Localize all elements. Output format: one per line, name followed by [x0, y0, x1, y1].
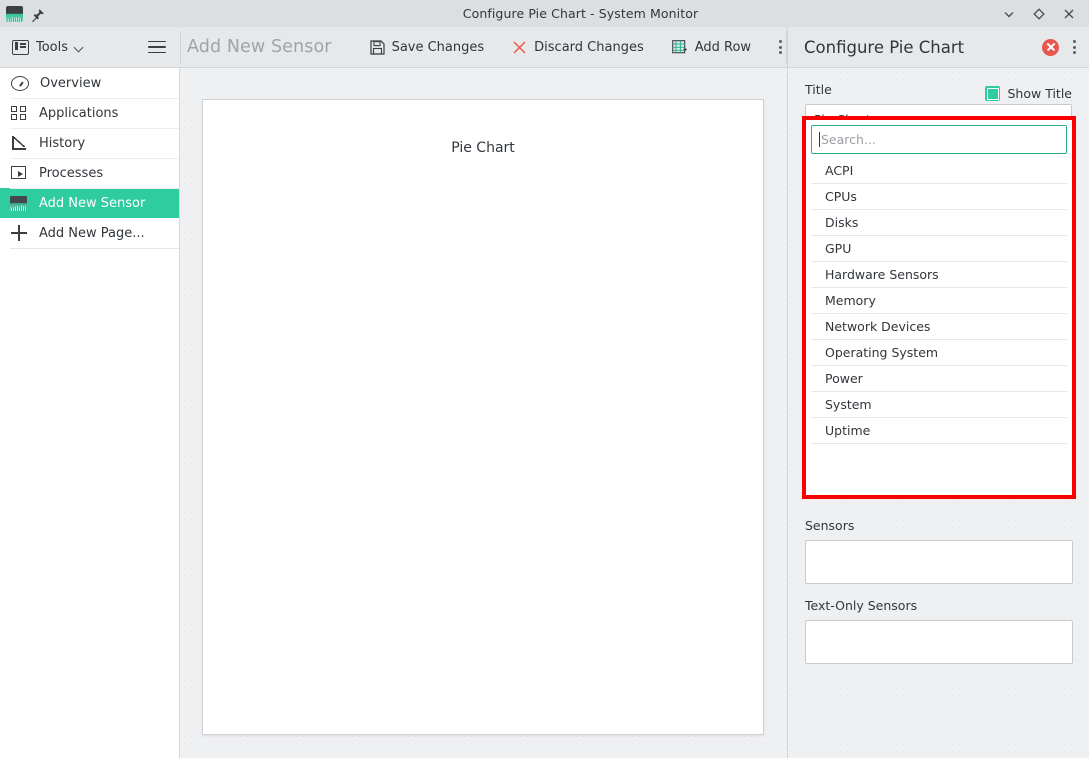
sensor-thumbnail-icon — [10, 194, 28, 212]
main-content-area: Pie Chart — [181, 68, 786, 758]
dropdown-search-input[interactable]: Search... — [811, 125, 1067, 154]
sidebar-item-history[interactable]: History — [0, 128, 179, 158]
configure-panel-header: Configure Pie Chart — [788, 27, 1089, 68]
dropdown-item-gpu[interactable]: GPU — [811, 236, 1067, 262]
save-changes-button[interactable]: Save Changes — [356, 30, 499, 64]
window-title: Configure Pie Chart - System Monitor — [160, 6, 1001, 21]
discard-changes-button[interactable]: Discard Changes — [498, 30, 658, 64]
add-row-label: Add Row — [695, 40, 751, 55]
sidebar-label-add-new-page: Add New Page... — [39, 226, 145, 241]
panel-overflow-menu-icon[interactable] — [1073, 39, 1077, 55]
navigation-sidebar: Overview Applications History Processes … — [0, 68, 180, 758]
titlebar-left-group — [0, 6, 160, 22]
dropdown-item-list: ACPI CPUs Disks GPU Hardware Sensors Mem… — [811, 158, 1067, 484]
dropdown-item-hardware-sensors[interactable]: Hardware Sensors — [811, 262, 1067, 288]
dropdown-item-cpus[interactable]: CPUs — [811, 184, 1067, 210]
sidebar-label-applications: Applications — [39, 106, 118, 121]
title-field-label: Title — [805, 82, 832, 97]
dropdown-item-uptime[interactable]: Uptime — [811, 418, 1067, 444]
sensors-section: Sensors Text-Only Sensors — [788, 518, 1089, 664]
sensor-category-dropdown: Search... ACPI CPUs Disks GPU Hardware S… — [806, 120, 1072, 495]
toolbar-heading: Add New Sensor — [187, 37, 356, 57]
minimize-button[interactable] — [1001, 6, 1017, 22]
show-title-checkbox[interactable]: Show Title — [985, 86, 1073, 101]
title-row: Title Show Title — [805, 82, 1072, 104]
toolbar-overflow-menu-icon[interactable] — [779, 39, 783, 55]
sensor-category-dropdown-annotation: Search... ACPI CPUs Disks GPU Hardware S… — [802, 116, 1076, 499]
save-changes-label: Save Changes — [392, 40, 485, 55]
sidebar-label-processes: Processes — [39, 166, 103, 181]
toolbar-separator-left — [180, 31, 181, 64]
hamburger-menu-icon[interactable] — [148, 41, 166, 54]
configure-panel-title: Configure Pie Chart — [804, 38, 1042, 57]
dropdown-item-power[interactable]: Power — [811, 366, 1067, 392]
sidebar-item-applications[interactable]: Applications — [0, 98, 179, 128]
main-toolbar: Add New Sensor Save Changes Discard Chan… — [187, 27, 799, 67]
sidebar-label-overview: Overview — [40, 76, 101, 91]
play-box-icon — [10, 164, 28, 182]
text-only-sensors-drop-area[interactable] — [805, 620, 1073, 664]
sidebar-item-add-new-sensor[interactable]: Add New Sensor — [0, 188, 179, 218]
dropdown-item-memory[interactable]: Memory — [811, 288, 1067, 314]
window-controls — [1001, 6, 1089, 22]
pie-chart-card-title: Pie Chart — [203, 100, 763, 156]
tools-menu-button[interactable]: Tools — [12, 40, 84, 55]
gauge-icon — [11, 76, 29, 91]
sidebar-label-add-new-sensor: Add New Sensor — [39, 196, 145, 211]
checkbox-checked-icon — [985, 86, 1000, 101]
add-row-table-icon — [672, 40, 688, 54]
plus-icon — [10, 224, 28, 242]
show-title-label: Show Title — [1008, 86, 1073, 101]
sidebar-item-add-new-page[interactable]: Add New Page... — [0, 218, 179, 248]
tools-menu-label: Tools — [36, 40, 68, 55]
sensors-label: Sensors — [805, 518, 1073, 533]
pie-chart-card[interactable]: Pie Chart — [202, 99, 764, 735]
sidebar-label-history: History — [39, 136, 85, 151]
discard-changes-label: Discard Changes — [534, 40, 644, 55]
sensors-drop-area[interactable] — [805, 540, 1073, 584]
text-only-sensors-label: Text-Only Sensors — [805, 598, 1073, 613]
dropdown-search-placeholder: Search... — [821, 132, 876, 147]
dropdown-item-disks[interactable]: Disks — [811, 210, 1067, 236]
sidebar-item-overview[interactable]: Overview — [0, 68, 179, 98]
dropdown-item-acpi[interactable]: ACPI — [811, 158, 1067, 184]
dropdown-item-operating-system[interactable]: Operating System — [811, 340, 1067, 366]
text-cursor — [819, 132, 820, 147]
sidebar-item-processes[interactable]: Processes — [0, 158, 179, 188]
close-button[interactable] — [1061, 6, 1077, 22]
maximize-button[interactable] — [1031, 6, 1047, 22]
add-row-button[interactable]: Add Row — [658, 30, 765, 64]
tools-menu-area: Tools — [0, 27, 180, 67]
floppy-disk-icon — [370, 40, 385, 55]
grid-icon — [10, 104, 28, 122]
panel-icon — [12, 40, 29, 55]
pin-icon[interactable] — [31, 7, 45, 21]
sidebar-divider — [10, 248, 179, 249]
dropdown-item-system[interactable]: System — [811, 392, 1067, 418]
line-chart-icon — [10, 134, 28, 152]
red-x-icon — [512, 40, 527, 55]
system-monitor-icon — [6, 6, 23, 22]
window-titlebar: Configure Pie Chart - System Monitor — [0, 0, 1089, 27]
dropdown-empty-area — [811, 444, 1067, 484]
chevron-down-icon — [75, 43, 84, 52]
dropdown-item-network-devices[interactable]: Network Devices — [811, 314, 1067, 340]
red-close-circle-icon[interactable] — [1042, 39, 1059, 56]
